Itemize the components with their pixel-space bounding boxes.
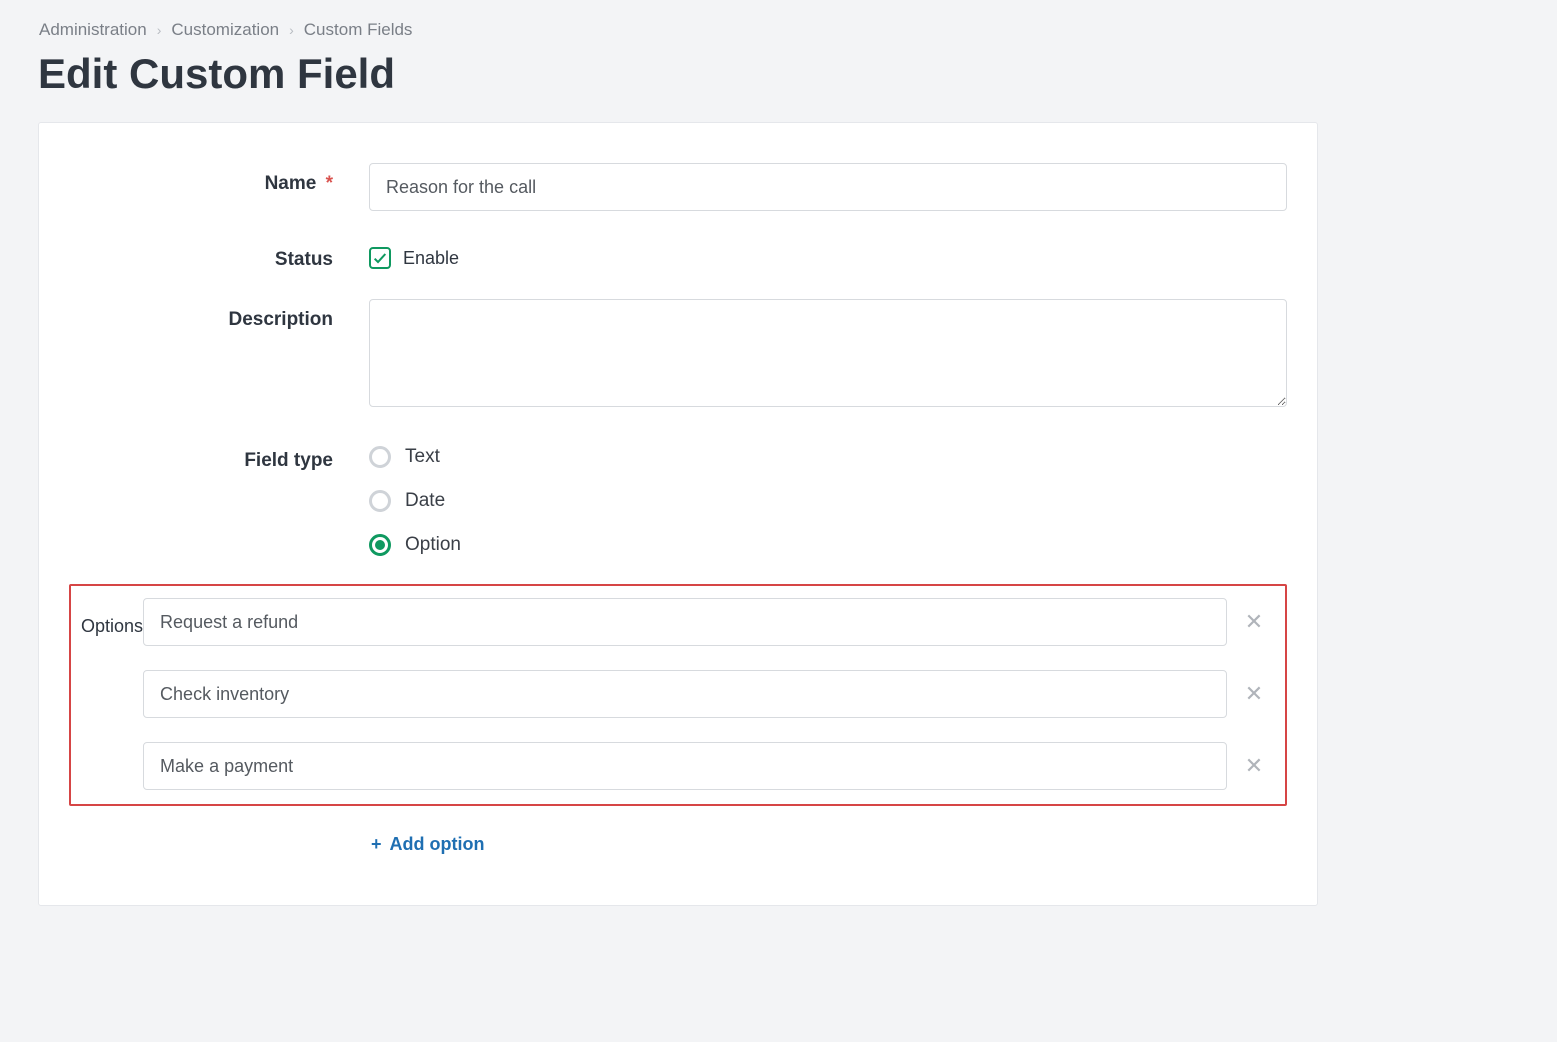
- radio-option[interactable]: Option: [369, 534, 1287, 556]
- close-icon: ✕: [1245, 609, 1263, 635]
- add-option-button[interactable]: + Add option: [371, 834, 484, 855]
- option-row: ✕: [143, 670, 1271, 718]
- enable-checkbox-label: Enable: [403, 248, 459, 269]
- options-list: ✕ ✕ ✕: [143, 598, 1275, 790]
- label-name-text: Name: [265, 173, 317, 194]
- options-highlight-box: Options ✕ ✕ ✕: [69, 584, 1287, 806]
- breadcrumb-item-administration[interactable]: Administration: [39, 20, 147, 40]
- remove-option-button[interactable]: ✕: [1237, 605, 1271, 639]
- radio-text-label: Text: [405, 446, 440, 468]
- radio-date[interactable]: Date: [369, 490, 1287, 512]
- radio-option-label: Option: [405, 534, 461, 556]
- description-textarea[interactable]: [369, 299, 1287, 407]
- check-icon: [372, 250, 388, 266]
- row-add-option: + Add option: [69, 812, 1287, 855]
- option-row: ✕: [143, 742, 1271, 790]
- option-input-1[interactable]: [143, 598, 1227, 646]
- chevron-right-icon: ›: [157, 22, 162, 38]
- option-input-2[interactable]: [143, 670, 1227, 718]
- enable-checkbox[interactable]: [369, 247, 391, 269]
- chevron-right-icon: ›: [289, 22, 294, 38]
- page-title: Edit Custom Field: [38, 50, 1527, 98]
- radio-icon: [369, 446, 391, 468]
- radio-text[interactable]: Text: [369, 446, 1287, 468]
- close-icon: ✕: [1245, 753, 1263, 779]
- field-type-radio-group: Text Date Option: [369, 440, 1287, 556]
- row-status: Status Enable: [69, 239, 1287, 271]
- close-icon: ✕: [1245, 681, 1263, 707]
- radio-icon: [369, 490, 391, 512]
- option-input-3[interactable]: [143, 742, 1227, 790]
- option-row: ✕: [143, 598, 1271, 646]
- label-status: Status: [69, 239, 369, 271]
- name-input[interactable]: [369, 163, 1287, 211]
- remove-option-button[interactable]: ✕: [1237, 749, 1271, 783]
- label-description: Description: [69, 299, 369, 331]
- label-field-type: Field type: [69, 440, 369, 472]
- breadcrumb-item-customization[interactable]: Customization: [171, 20, 279, 40]
- breadcrumb: Administration › Customization › Custom …: [30, 20, 1527, 40]
- label-name: Name *: [69, 163, 369, 195]
- remove-option-button[interactable]: ✕: [1237, 677, 1271, 711]
- row-name: Name *: [69, 163, 1287, 211]
- add-option-label: Add option: [390, 834, 485, 855]
- required-mark: *: [326, 173, 333, 194]
- form-card: Name * Status Enable Description Field t…: [38, 122, 1318, 906]
- radio-date-label: Date: [405, 490, 445, 512]
- radio-icon: [369, 534, 391, 556]
- row-description: Description: [69, 299, 1287, 412]
- row-field-type: Field type Text Date Option: [69, 440, 1287, 556]
- plus-icon: +: [371, 834, 382, 855]
- breadcrumb-item-custom-fields[interactable]: Custom Fields: [304, 20, 413, 40]
- label-options: Options: [81, 598, 143, 790]
